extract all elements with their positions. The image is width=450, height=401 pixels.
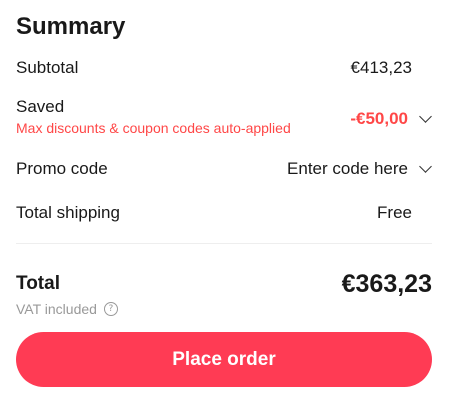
- promo-code-placeholder[interactable]: Enter code here: [287, 158, 408, 180]
- summary-title: Summary: [16, 13, 126, 40]
- total-row: Total €363,23: [16, 269, 432, 299]
- chevron-down-icon[interactable]: [419, 160, 432, 173]
- saved-value-group[interactable]: -€50,00: [350, 108, 432, 130]
- order-summary: Summary Subtotal €413,23 Saved Max disco…: [16, 0, 432, 401]
- help-icon[interactable]: ?: [103, 302, 118, 316]
- saved-label: Saved: [16, 97, 65, 116]
- shipping-label: Total shipping: [16, 203, 120, 222]
- promo-code-label: Promo code: [16, 159, 108, 178]
- total-label: Total: [16, 273, 60, 294]
- saved-note: Max discounts & coupon codes auto-applie…: [16, 120, 291, 136]
- subtotal-value: €413,23: [350, 58, 412, 77]
- subtotal-row: Subtotal €413,23: [16, 57, 432, 79]
- saved-row[interactable]: Saved Max discounts & coupon codes auto-…: [16, 96, 432, 137]
- shipping-row: Total shipping Free: [16, 202, 432, 224]
- chevron-down-icon[interactable]: [419, 110, 432, 123]
- shipping-value: Free: [377, 203, 412, 222]
- saved-text-group: Saved Max discounts & coupon codes auto-…: [16, 96, 291, 137]
- divider: [16, 243, 432, 244]
- vat-note: VAT included ?: [16, 300, 118, 318]
- promo-code-row[interactable]: Promo code Enter code here: [16, 158, 432, 180]
- place-order-button[interactable]: Place order: [16, 332, 432, 387]
- vat-label: VAT included: [16, 301, 97, 317]
- total-value: €363,23: [341, 270, 432, 298]
- saved-amount: -€50,00: [350, 109, 408, 128]
- subtotal-label: Subtotal: [16, 58, 79, 77]
- promo-code-entry[interactable]: Enter code here: [287, 158, 432, 180]
